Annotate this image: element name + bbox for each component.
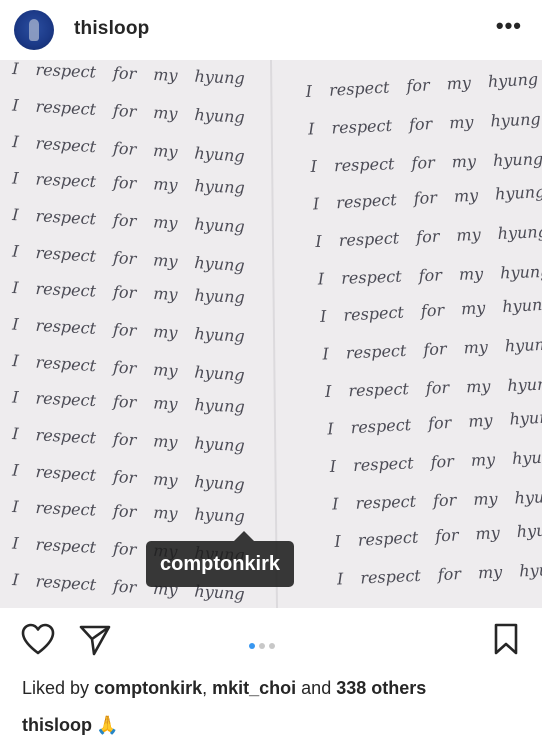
heart-icon[interactable] [20, 622, 56, 656]
liked-user-link[interactable]: mkit_choi [212, 678, 296, 698]
likes-prefix: Liked by [22, 678, 90, 698]
bookmark-icon[interactable] [492, 622, 520, 656]
user-tag-label[interactable]: comptonkirk [146, 541, 295, 587]
likes-others-link[interactable]: 338 others [336, 678, 426, 698]
caption-username[interactable]: thisloop [22, 715, 92, 735]
likes-separator: , [202, 678, 208, 698]
caption: thisloop 🙏 [22, 715, 118, 736]
handwriting-page: I respect for my hyungI respect for my h… [0, 60, 542, 608]
avatar[interactable] [14, 10, 54, 50]
post-photo[interactable]: I respect for my hyung I respect for my h… [0, 60, 542, 608]
post-username[interactable]: thisloop [74, 18, 149, 40]
liked-user-link[interactable]: comptonkirk [94, 678, 202, 698]
paper-plane-icon[interactable] [78, 623, 112, 657]
carousel-dot [249, 643, 255, 649]
post-header: thisloop ••• [0, 0, 542, 60]
carousel-indicator [249, 636, 279, 654]
folded-hands-emoji: 🙏 [96, 715, 119, 735]
likes-and: and [301, 678, 332, 698]
carousel-dot [269, 643, 275, 649]
carousel-dot [259, 643, 265, 649]
likes-line: Liked by comptonkirk, mkit_choi and 338 … [22, 678, 426, 699]
more-horizontal-icon[interactable]: ••• [496, 14, 522, 38]
tag-arrow [234, 531, 254, 541]
